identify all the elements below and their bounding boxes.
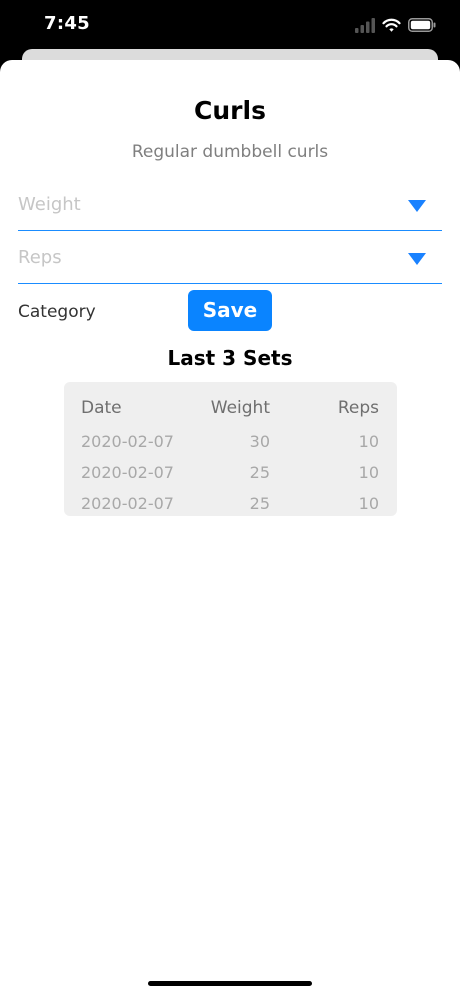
last-sets-table: Date Weight Reps 2020-02-07 30 10 2020-0…	[64, 382, 397, 516]
save-button[interactable]: Save	[188, 290, 272, 331]
status-time: 7:45	[44, 13, 90, 34]
category-label: Category	[18, 302, 96, 322]
column-header-date: Date	[81, 398, 122, 418]
column-header-reps: Reps	[337, 398, 379, 418]
set-reps: 10	[358, 494, 379, 513]
set-date: 2020-02-07	[81, 494, 174, 513]
exercise-sheet: Curls Regular dumbbell curls Weight Reps…	[0, 60, 460, 996]
reps-dropdown[interactable]: Reps	[18, 243, 442, 284]
last-sets-title: Last 3 Sets	[167, 346, 293, 370]
set-weight: 30	[249, 432, 270, 451]
triangle-down-icon	[408, 200, 426, 212]
signal-icon	[355, 16, 375, 34]
weight-dropdown[interactable]: Weight	[18, 190, 442, 231]
status-icons	[355, 16, 436, 34]
table-header-row: Date Weight Reps	[64, 398, 397, 428]
table-row: 2020-02-07 30 10	[64, 432, 397, 462]
set-date: 2020-02-07	[81, 463, 174, 482]
set-weight: 25	[249, 463, 270, 482]
status-bar: 7:45	[0, 0, 460, 50]
exercise-title: Curls	[194, 96, 266, 125]
table-row: 2020-02-07 25 10	[64, 463, 397, 493]
set-date: 2020-02-07	[81, 432, 174, 451]
set-reps: 10	[358, 432, 379, 451]
column-header-weight: Weight	[210, 398, 270, 418]
reps-placeholder: Reps	[18, 247, 62, 268]
set-weight: 25	[249, 494, 270, 513]
weight-placeholder: Weight	[18, 194, 81, 215]
home-indicator[interactable]	[148, 981, 312, 986]
table-row: 2020-02-07 25 10	[64, 494, 397, 516]
set-reps: 10	[358, 463, 379, 482]
exercise-subtitle: Regular dumbbell curls	[131, 142, 329, 162]
wifi-icon	[382, 16, 401, 34]
triangle-down-icon	[408, 253, 426, 265]
battery-icon	[408, 16, 436, 34]
